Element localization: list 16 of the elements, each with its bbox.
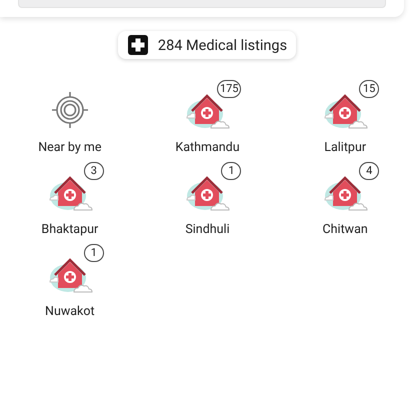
location-label[interactable]: Kathmandu <box>175 140 240 155</box>
search-field[interactable] <box>18 0 386 8</box>
listings-chip[interactable]: 284 Medical listings <box>118 31 296 59</box>
medical-cross-icon <box>128 35 148 55</box>
count-badge: 1 <box>84 244 104 262</box>
location-label[interactable]: Bhaktapur <box>41 222 98 237</box>
location-label[interactable]: Chitwan <box>322 222 368 237</box>
count-badge: 175 <box>216 80 242 98</box>
location-label[interactable]: Lalitpur <box>324 140 366 155</box>
count-badge: 3 <box>84 162 104 180</box>
location-label[interactable]: Sindhuli <box>185 222 230 237</box>
location-label[interactable]: Nuwakot <box>45 304 95 319</box>
count-badge: 1 <box>221 162 242 180</box>
count-badge: 4 <box>359 162 380 180</box>
location-label[interactable]: Near by me <box>38 140 102 155</box>
count-badge: 15 <box>359 80 380 98</box>
